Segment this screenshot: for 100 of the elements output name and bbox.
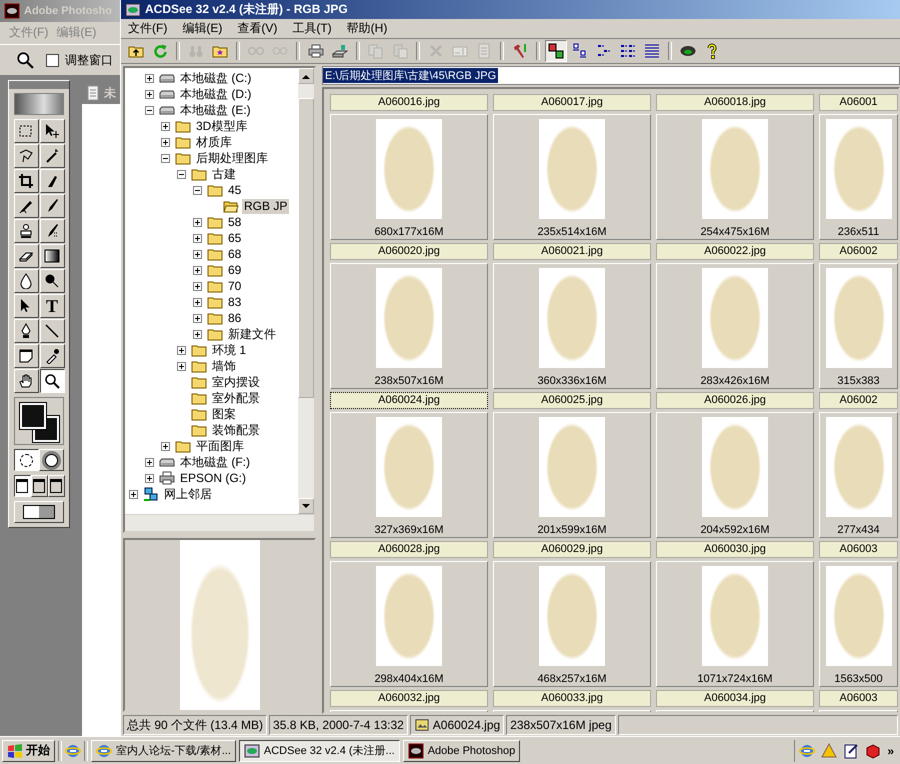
file-name[interactable]: A060016.jpg	[330, 94, 488, 111]
jump-button[interactable]	[14, 501, 64, 523]
zoom-tool[interactable]	[40, 369, 64, 393]
menu-item[interactable]: 帮助(H)	[346, 20, 388, 37]
file-name[interactable]: A060021.jpg	[493, 243, 651, 260]
brush-tool[interactable]	[40, 194, 64, 218]
move-tool[interactable]	[40, 119, 64, 143]
browser-icon[interactable]	[65, 742, 81, 758]
tree-item[interactable]: 图案	[210, 406, 238, 422]
taskbar-button[interactable]: ACDSee 32 v2.4 (未注册...	[238, 740, 400, 762]
file-name[interactable]: A060020.jpg	[330, 243, 488, 260]
menu-item[interactable]: 查看(V)	[237, 20, 278, 37]
monitors-button[interactable]	[545, 40, 567, 62]
stamp-tool[interactable]	[14, 219, 38, 243]
thumbnail[interactable]: 1563x500	[819, 561, 898, 687]
menu-item[interactable]: 编辑(E)	[182, 20, 222, 37]
tree-item[interactable]: 装饰配景	[210, 422, 262, 438]
file-name[interactable]: A060025.jpg	[493, 392, 651, 409]
thumbnail[interactable]: 327x369x16M	[330, 412, 488, 538]
type-tool[interactable]: T	[40, 294, 64, 318]
file-name[interactable]: A060029.jpg	[493, 541, 651, 558]
tree-item[interactable]: EPSON (G:)	[178, 470, 248, 486]
tree-item[interactable]: 本地磁盘 (D:)	[178, 86, 254, 102]
file-name[interactable]: A060018.jpg	[656, 94, 814, 111]
tree-item[interactable]: 墙饰	[210, 358, 238, 374]
menu-item[interactable]: 工具(T)	[292, 20, 332, 37]
lasso-tool[interactable]	[14, 144, 38, 168]
taskbar-button[interactable]: 室内人论坛-下载/素材...	[91, 740, 236, 762]
expand-icon[interactable]	[193, 282, 202, 290]
line-tool[interactable]	[40, 319, 64, 343]
scrollbar[interactable]	[298, 68, 314, 514]
file-name[interactable]: A060032.jpg	[330, 690, 488, 707]
expand-icon[interactable]	[145, 474, 154, 482]
up-arrow-icon[interactable]	[302, 74, 310, 78]
expand-icon[interactable]	[177, 346, 186, 354]
tree-item[interactable]: 83	[226, 294, 244, 310]
pen-tool[interactable]	[14, 319, 38, 343]
expand-icon[interactable]	[177, 362, 186, 370]
thumbnail[interactable]: 1071x724x16M	[656, 561, 814, 687]
tree-item[interactable]: 室外配景	[210, 390, 262, 406]
expand-icon[interactable]	[193, 298, 202, 306]
tree-item[interactable]: 86	[226, 310, 244, 326]
thumbnail[interactable]: 201x599x16M	[493, 412, 651, 538]
down-arrow-icon[interactable]	[302, 504, 310, 508]
tree-item[interactable]: 古建	[210, 166, 238, 182]
expand-icon[interactable]	[193, 314, 202, 322]
browser-icon[interactable]	[799, 742, 816, 758]
file-name[interactable]: A06003	[819, 690, 898, 707]
color-swatches[interactable]	[14, 397, 64, 445]
tree-item[interactable]: 本地磁盘 (C:)	[178, 70, 254, 86]
tree-item[interactable]: 环境 1	[210, 342, 248, 358]
thumbnail[interactable]: 254x475x16M	[656, 114, 814, 240]
file-name[interactable]: A06003	[819, 541, 898, 558]
thumbnail[interactable]: 283x426x16M	[656, 263, 814, 389]
thumbnail[interactable]: 238x507x16M	[330, 263, 488, 389]
collapse-icon[interactable]	[193, 186, 202, 194]
thumbnail[interactable]: 315x383	[819, 263, 898, 389]
warning-icon[interactable]	[821, 742, 838, 758]
mask-mode-button[interactable]	[14, 449, 39, 471]
file-name[interactable]: A06002	[819, 243, 898, 260]
cube-icon[interactable]	[865, 742, 882, 758]
magic-wand-tool[interactable]	[40, 144, 64, 168]
path-field[interactable]: E:\后期处理图库\古建\45\RGB JPG	[322, 66, 900, 85]
tree-item[interactable]: 70	[226, 278, 244, 294]
collapse-icon[interactable]	[145, 106, 154, 114]
expand-icon[interactable]	[145, 90, 154, 98]
thumbnail[interactable]: 236x511	[819, 114, 898, 240]
expand-icon[interactable]	[193, 266, 202, 274]
tree-item[interactable]: 45	[226, 182, 244, 198]
tree-item[interactable]: 58	[226, 214, 244, 230]
file-name[interactable]: A06001	[819, 94, 898, 111]
expand-icon[interactable]	[161, 122, 170, 130]
crop-tool[interactable]	[14, 169, 38, 193]
notepad-icon[interactable]	[843, 742, 860, 758]
start-button[interactable]: 开始	[2, 740, 55, 762]
collapse-icon[interactable]	[161, 154, 170, 162]
screen-mode-button[interactable]	[14, 475, 30, 497]
thumbnail[interactable]: 298x404x16M	[330, 561, 488, 687]
tree-item[interactable]: 本地磁盘 (F:)	[178, 454, 252, 470]
expand-icon[interactable]	[161, 442, 170, 450]
file-name[interactable]: A06002	[819, 392, 898, 409]
taskbar-button[interactable]: Adobe Photoshop	[402, 740, 520, 762]
eraser-tool[interactable]	[14, 244, 38, 268]
thumbnail[interactable]: 360x336x16M	[493, 263, 651, 389]
arrow-tool[interactable]	[14, 294, 38, 318]
expand-icon[interactable]	[193, 330, 202, 338]
expand-icon[interactable]	[145, 458, 154, 466]
note-tool[interactable]	[14, 344, 38, 368]
gradient-tool[interactable]	[40, 244, 64, 268]
tree-item[interactable]: 本地磁盘 (E:)	[178, 102, 253, 118]
tree-item[interactable]: 3D模型库	[194, 118, 250, 134]
tree-item[interactable]: 65	[226, 230, 244, 246]
thumbnail[interactable]: 277x434	[819, 412, 898, 538]
burn-tool[interactable]	[40, 269, 64, 293]
marquee-tool[interactable]	[14, 119, 38, 143]
expand-icon[interactable]	[193, 234, 202, 242]
tree-item[interactable]: 室内摆设	[210, 374, 262, 390]
drop-tool[interactable]	[14, 269, 38, 293]
file-name[interactable]: A060033.jpg	[493, 690, 651, 707]
expand-icon[interactable]	[145, 74, 154, 82]
